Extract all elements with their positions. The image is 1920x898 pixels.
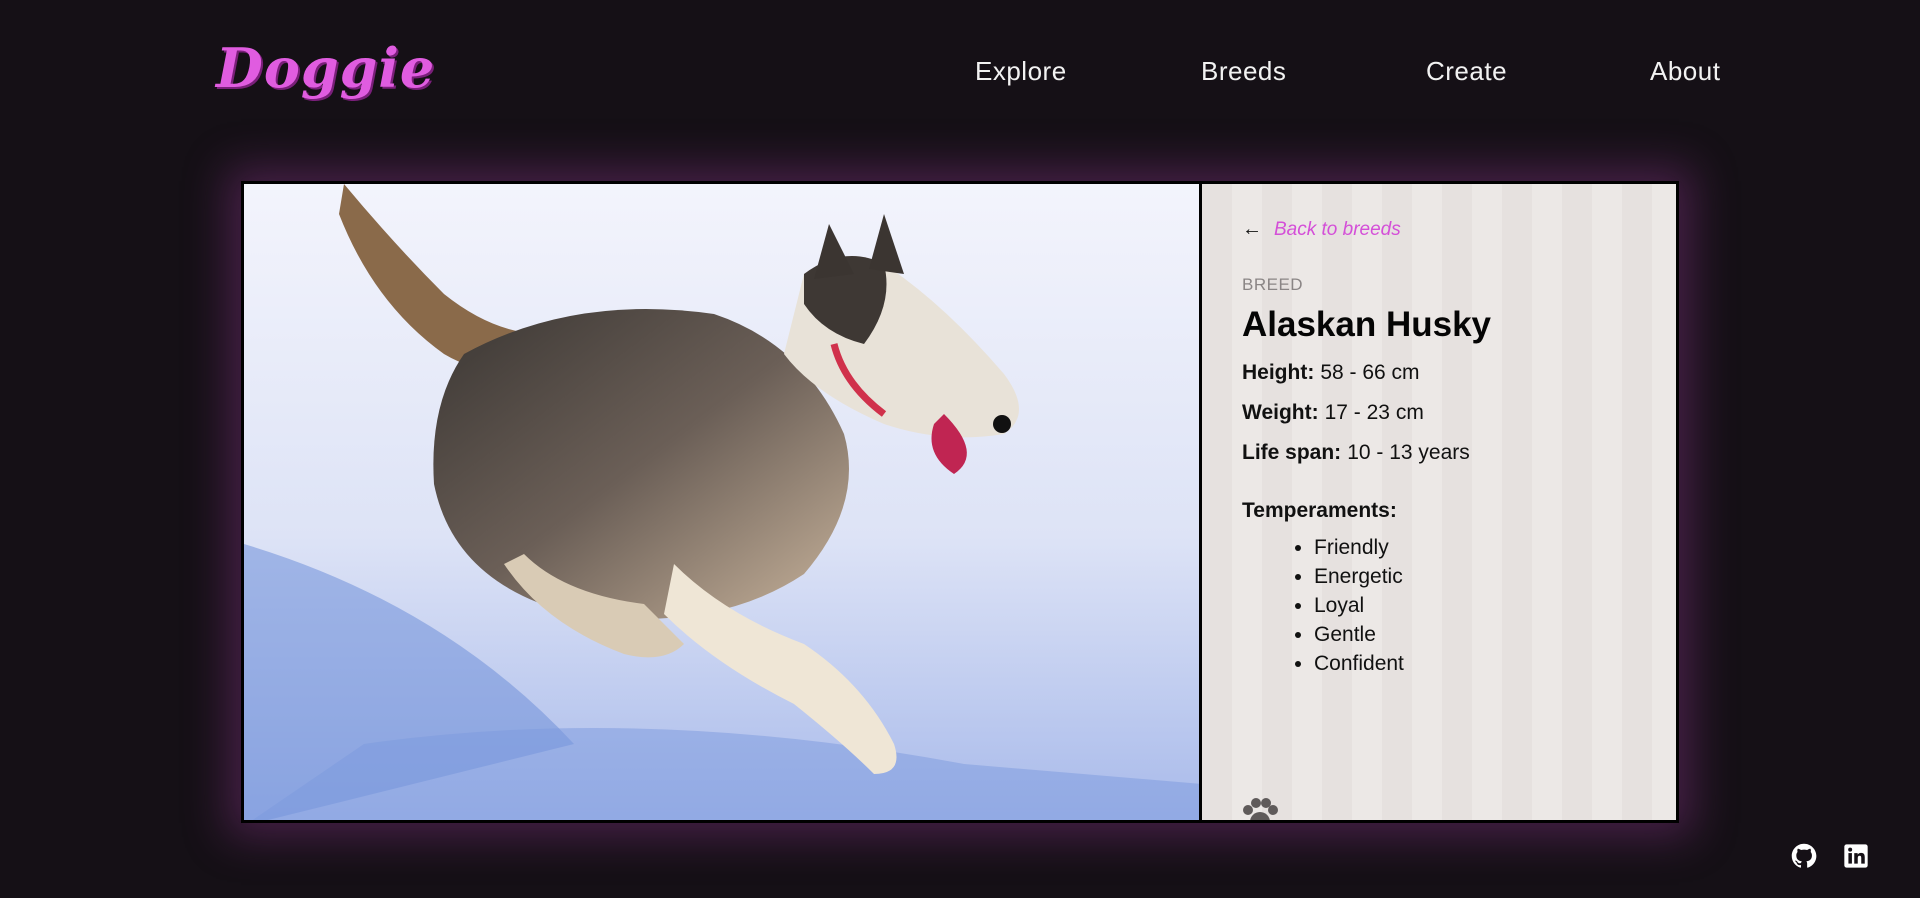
paw-icon (1243, 798, 1278, 820)
husky-illustration (244, 184, 1199, 820)
nav-breeds[interactable]: Breeds (1201, 56, 1286, 87)
linkedin-icon[interactable] (1842, 842, 1870, 870)
lifespan-label: Life span: (1242, 441, 1342, 464)
temperament-item: Confident (1314, 649, 1636, 678)
nav-create[interactable]: Create (1426, 56, 1507, 87)
temperament-item: Friendly (1314, 533, 1636, 562)
breed-info-panel: ← Back to breeds BREED Alaskan Husky Hei… (1202, 184, 1676, 820)
github-icon[interactable] (1790, 842, 1818, 870)
breed-name: Alaskan Husky (1242, 305, 1492, 344)
back-label[interactable]: Back to breeds (1274, 219, 1401, 241)
temperaments-label: Temperaments: (1242, 499, 1397, 522)
temperaments-list: Friendly Energetic Loyal Gentle Confiden… (1314, 533, 1636, 678)
breed-detail-card: ← Back to breeds BREED Alaskan Husky Hei… (241, 181, 1679, 823)
height-value: 58 - 66 cm (1320, 361, 1420, 384)
breed-tag: BREED (1242, 275, 1304, 294)
back-to-breeds-link[interactable]: ← Back to breeds (1242, 218, 1636, 241)
nav-about[interactable]: About (1650, 56, 1720, 87)
weight-row: Weight: 17 - 23 cm (1242, 401, 1636, 425)
lifespan-row: Life span: 10 - 13 years (1242, 441, 1636, 465)
nav-explore[interactable]: Explore (975, 56, 1067, 87)
temperament-item: Loyal (1314, 591, 1636, 620)
weight-label: Weight: (1242, 401, 1319, 424)
height-row: Height: 58 - 66 cm (1242, 361, 1636, 385)
main-nav: Explore Breeds Create About (0, 56, 1920, 96)
arrow-left-icon: ← (1242, 218, 1262, 240)
lifespan-value: 10 - 13 years (1347, 441, 1470, 464)
social-links (1790, 842, 1870, 870)
breed-photo (244, 184, 1202, 820)
height-label: Height: (1242, 361, 1315, 384)
temperament-item: Energetic (1314, 562, 1636, 591)
temperament-item: Gentle (1314, 620, 1636, 649)
weight-value: 17 - 23 cm (1324, 401, 1424, 424)
